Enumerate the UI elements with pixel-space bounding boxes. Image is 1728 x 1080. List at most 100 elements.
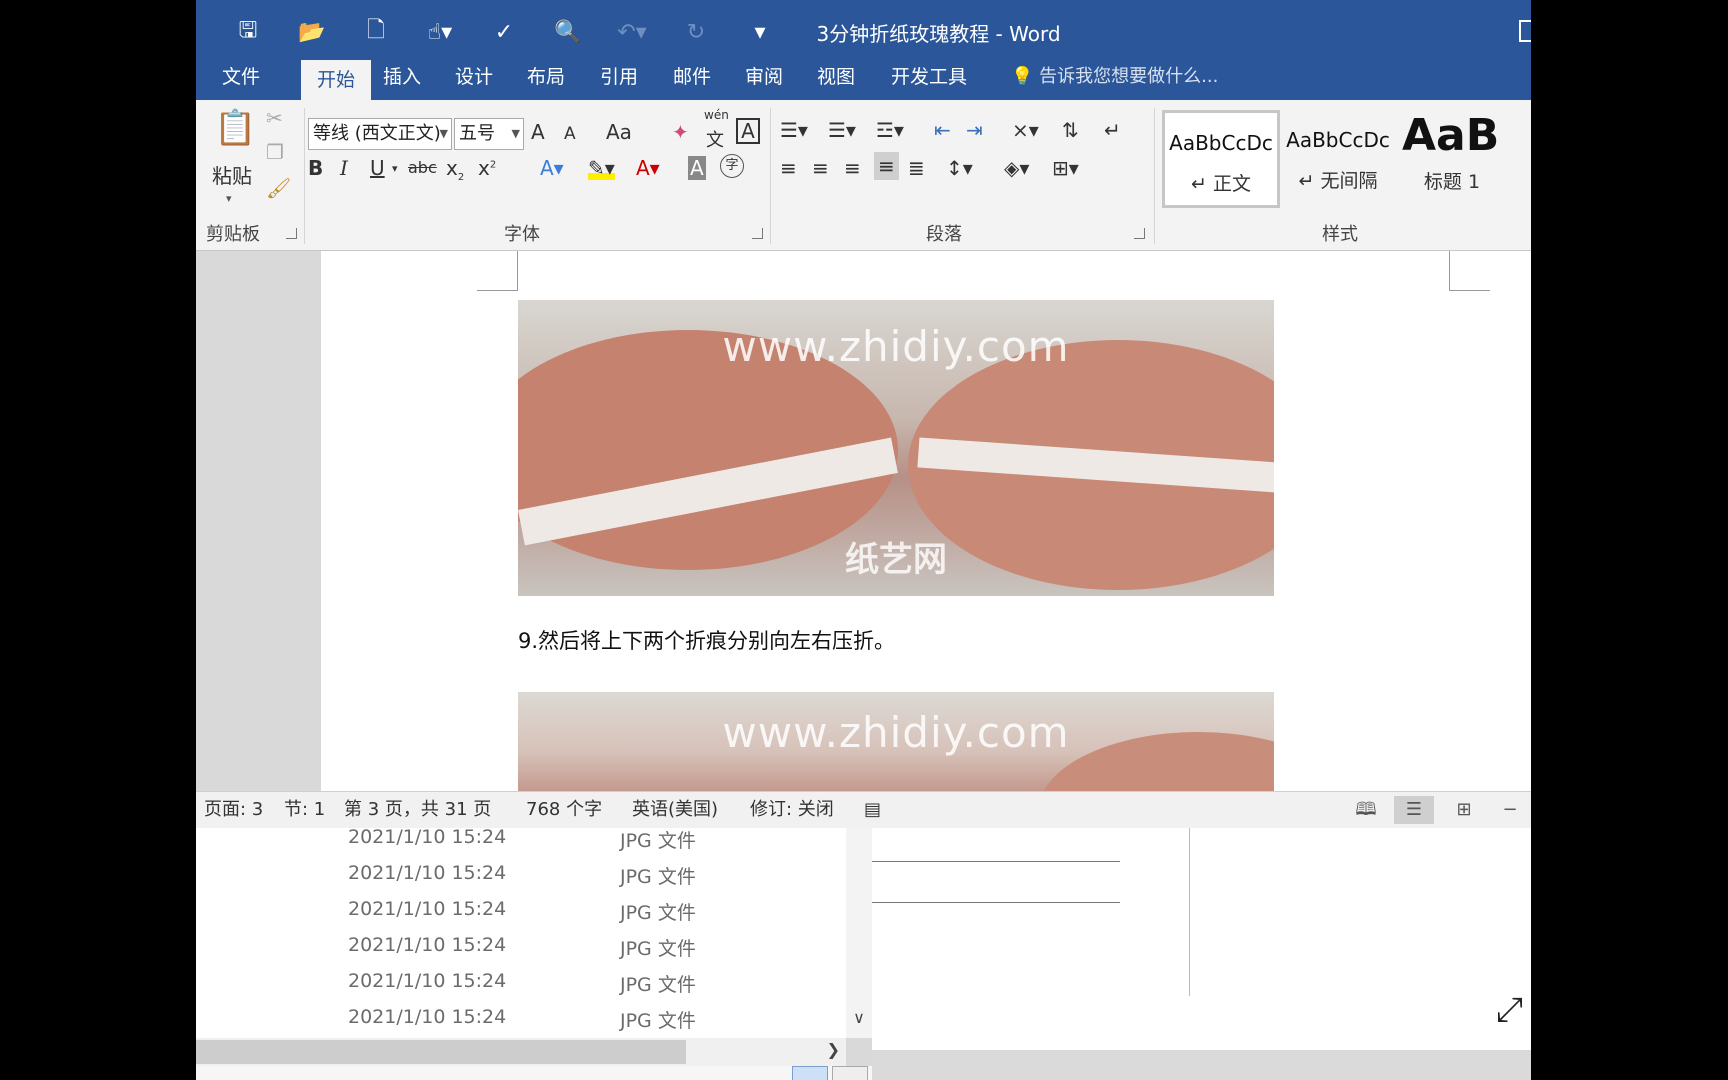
list-item[interactable]: 2021/1/10 15:24 JPG 文件	[196, 858, 846, 892]
paragraph-launcher-icon[interactable]	[1134, 228, 1145, 239]
subscript-button[interactable]: x2	[446, 156, 464, 183]
align-left-icon[interactable]: ≡	[780, 156, 797, 180]
paragraph-mark-icon: ↵	[1298, 170, 1315, 192]
tab-design[interactable]: 设计	[446, 54, 502, 100]
style-name-text: 无间隔	[1320, 170, 1378, 192]
line-spacing-icon[interactable]: ↕▾	[946, 156, 973, 180]
large-icons-view-icon[interactable]	[832, 1066, 868, 1080]
watermark-url: www.zhidiy.com	[722, 708, 1070, 757]
ribbon-tabs: 文件 开始 插入 设计 布局 引用 邮件 审阅 视图 开发工具 💡 告诉我您想要…	[196, 54, 1531, 100]
font-size-value: 五号	[459, 123, 495, 144]
step-photo-9[interactable]: www.zhidiy.com	[518, 692, 1274, 791]
document-area: www.zhidiy.com 纸艺网 9.然后将上下两个折痕分别向左右压折。 w…	[196, 251, 1531, 791]
scrollbar-thumb[interactable]	[196, 1040, 686, 1064]
character-border-button[interactable]: A	[736, 118, 760, 144]
shrink-font-button[interactable]: A	[564, 124, 576, 144]
tab-view[interactable]: 视图	[808, 54, 864, 100]
font-launcher-icon[interactable]	[752, 228, 763, 239]
align-right-icon[interactable]: ≡	[844, 156, 861, 180]
details-view-icon[interactable]	[792, 1066, 828, 1080]
italic-button[interactable]: I	[340, 156, 348, 180]
chevron-down-icon[interactable]: ∨	[846, 1008, 872, 1038]
cut-icon[interactable]: ✂	[266, 106, 283, 130]
list-item[interactable]: 2021/1/10 15:24 JPG 文件	[196, 1002, 846, 1036]
grow-font-button[interactable]: A	[531, 120, 545, 144]
phonetic-guide-button[interactable]: 文	[706, 126, 724, 152]
file-type: JPG 文件	[620, 938, 696, 960]
clipboard-launcher-icon[interactable]	[286, 228, 297, 239]
font-color-icon[interactable]: A▾	[636, 156, 660, 180]
bullets-icon[interactable]: ☰▾	[780, 118, 808, 142]
strikethrough-button[interactable]: abc	[408, 158, 437, 177]
list-item[interactable]: 2021/1/10 15:24 JPG 文件	[196, 894, 846, 928]
file-type: JPG 文件	[620, 902, 696, 924]
distributed-icon[interactable]: ≣	[908, 156, 925, 180]
read-mode-icon[interactable]: 🕮	[1346, 796, 1386, 824]
resize-icon[interactable]: ⤢	[1496, 990, 1523, 1030]
copy-icon[interactable]: ❐	[266, 140, 284, 164]
style-no-spacing[interactable]: AaBbCcDc ↵ 无间隔	[1282, 110, 1394, 202]
print-layout-icon[interactable]: ☰	[1394, 796, 1434, 824]
subscript-x: x	[446, 156, 458, 180]
zoom-out-icon[interactable]: −	[1490, 796, 1530, 824]
watermark-cn: 纸艺网	[845, 540, 947, 580]
screen: 🖫 📂 🗋 ☝▾ ✓ 🔍 ↶▾ ↻ ▾ 3分钟折纸玫瑰教程 - Word 文件 …	[196, 0, 1531, 1080]
align-center-icon[interactable]: ≡	[812, 156, 829, 180]
show-marks-icon[interactable]: ↵	[1104, 118, 1121, 142]
paste-button[interactable]: 粘贴	[212, 160, 252, 189]
tab-developer[interactable]: 开发工具	[884, 54, 974, 100]
underline-dropdown-icon[interactable]: ▾	[392, 162, 398, 175]
borders-icon[interactable]: ⊞▾	[1052, 156, 1079, 180]
decrease-indent-icon[interactable]: ⇤	[934, 118, 951, 142]
numbering-icon[interactable]: ☰▾	[828, 118, 856, 142]
shading-icon[interactable]: ◈▾	[1004, 156, 1029, 180]
format-painter-icon[interactable]: 🖌	[266, 176, 291, 200]
superscript-button[interactable]: x2	[478, 156, 496, 180]
clear-format-icon[interactable]: ✦	[672, 120, 689, 144]
increase-indent-icon[interactable]: ⇥	[966, 118, 983, 142]
list-item[interactable]: 2021/1/10 15:24 JPG 文件	[196, 966, 846, 1000]
highlight-icon[interactable]: ✎▾	[588, 156, 615, 180]
style-heading-1[interactable]: AaBb 标题 1	[1402, 110, 1502, 202]
macro-record-icon[interactable]: ▤	[864, 792, 881, 828]
font-name-combo[interactable]: 等线 (西文正文) ▼	[308, 118, 452, 150]
tab-insert[interactable]: 插入	[374, 54, 430, 100]
file-date: 2021/1/10 15:24	[348, 862, 507, 884]
paste-icon[interactable]: 📋	[214, 108, 256, 148]
restore-window-icon[interactable]	[1519, 20, 1531, 42]
chevron-right-icon[interactable]: ❯	[827, 1040, 840, 1059]
superscript-x: x	[478, 156, 490, 180]
text-effects-icon[interactable]: A▾	[540, 156, 564, 180]
bold-button[interactable]: B	[308, 156, 323, 180]
list-item[interactable]: 2021/1/10 15:24 JPG 文件	[196, 930, 846, 964]
document-page[interactable]: www.zhidiy.com 纸艺网 9.然后将上下两个折痕分别向左右压折。 w…	[321, 251, 1531, 791]
chevron-down-icon: ▼	[439, 127, 448, 140]
justify-icon[interactable]: ≡	[874, 152, 899, 180]
style-name: ↵ 正文	[1165, 169, 1277, 196]
sort-icon[interactable]: ⇅	[1062, 118, 1079, 142]
font-size-combo[interactable]: 五号 ▼	[454, 118, 524, 150]
web-layout-icon[interactable]: ⊞	[1444, 796, 1484, 824]
paste-dropdown-icon[interactable]: ▾	[226, 192, 232, 205]
tab-file[interactable]: 文件	[206, 54, 276, 100]
list-item[interactable]: 2021/1/10 15:24 JPG 文件	[196, 822, 846, 856]
tab-review[interactable]: 审阅	[736, 54, 792, 100]
tell-me-box[interactable]: 💡 告诉我您想要做什么...	[1011, 54, 1218, 100]
chinese-layout-icon[interactable]: ⨯▾	[1012, 118, 1039, 142]
tab-home[interactable]: 开始	[301, 60, 371, 100]
change-case-button[interactable]: Aa	[606, 120, 632, 144]
vertical-scrollbar[interactable]: ∨	[846, 828, 872, 1038]
character-shading-icon[interactable]: A	[688, 156, 706, 180]
file-type: JPG 文件	[620, 830, 696, 852]
tab-layout[interactable]: 布局	[518, 54, 574, 100]
file-date: 2021/1/10 15:24	[348, 934, 507, 956]
multilevel-list-icon[interactable]: ☲▾	[876, 118, 904, 142]
style-name-text: 标题 1	[1423, 171, 1481, 193]
underline-button[interactable]: U	[370, 156, 385, 180]
enclose-character-button[interactable]: 字	[720, 154, 744, 178]
style-normal[interactable]: AaBbCcDc ↵ 正文	[1162, 110, 1280, 208]
tab-mailings[interactable]: 邮件	[664, 54, 720, 100]
horizontal-scrollbar[interactable]: ❯	[196, 1038, 846, 1066]
step-photo-8[interactable]: www.zhidiy.com 纸艺网	[518, 300, 1274, 596]
tab-references[interactable]: 引用	[591, 54, 647, 100]
